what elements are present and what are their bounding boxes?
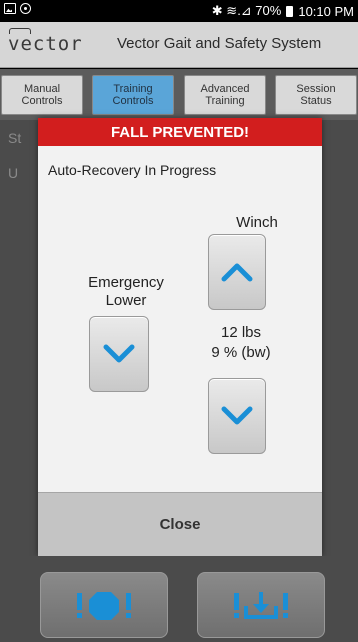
winch-up-button[interactable] (208, 234, 266, 310)
emergency-lower-label: Emergency Lower (88, 274, 164, 309)
lower-icon (234, 592, 288, 619)
signal-status: ✱ ≋.⊿ 70% (211, 3, 282, 18)
emergency-lower-button[interactable] (89, 316, 149, 392)
dialog-message: Auto-Recovery In Progress (48, 162, 217, 178)
tab-session-status[interactable]: Session Status (275, 75, 357, 115)
tab-advanced-training[interactable]: Advanced Training (184, 75, 266, 115)
stop-button[interactable] (40, 572, 168, 638)
chevron-up-icon (221, 263, 253, 282)
winch-percent-bodyweight: 9 % (bw) (211, 344, 271, 361)
dialog-title: FALL PREVENTED! (38, 118, 322, 146)
battery-icon (286, 5, 294, 17)
app-header: vector Vector Gait and Safety System (0, 22, 358, 68)
background-label: St (8, 130, 22, 146)
location-icon (20, 3, 31, 14)
winch-weight: 12 lbs (220, 324, 262, 341)
chevron-down-icon (221, 406, 253, 425)
winch-label: Winch (236, 214, 278, 231)
tab-training-controls[interactable]: Training Controls (92, 75, 174, 115)
stop-icon (77, 592, 131, 620)
app-title: Vector Gait and Safety System (117, 35, 322, 52)
background-label: U (8, 165, 19, 181)
status-bar: ✱ ≋.⊿ 70% 10:10 PM (0, 0, 358, 22)
vector-logo: vector (8, 28, 83, 55)
tab-manual-controls[interactable]: Manual Controls (1, 75, 83, 115)
clock: 10:10 PM (298, 3, 354, 19)
bottom-controls (0, 556, 358, 642)
close-button[interactable]: Close (38, 492, 322, 556)
lower-to-ground-button[interactable] (197, 572, 325, 638)
winch-down-button[interactable] (208, 378, 266, 454)
image-notification-icon (4, 3, 16, 14)
fall-prevented-dialog: FALL PREVENTED! Auto-Recovery In Progres… (38, 118, 322, 556)
chevron-down-icon (103, 344, 135, 363)
tab-bar: Manual Controls Training Controls Advanc… (0, 69, 358, 120)
